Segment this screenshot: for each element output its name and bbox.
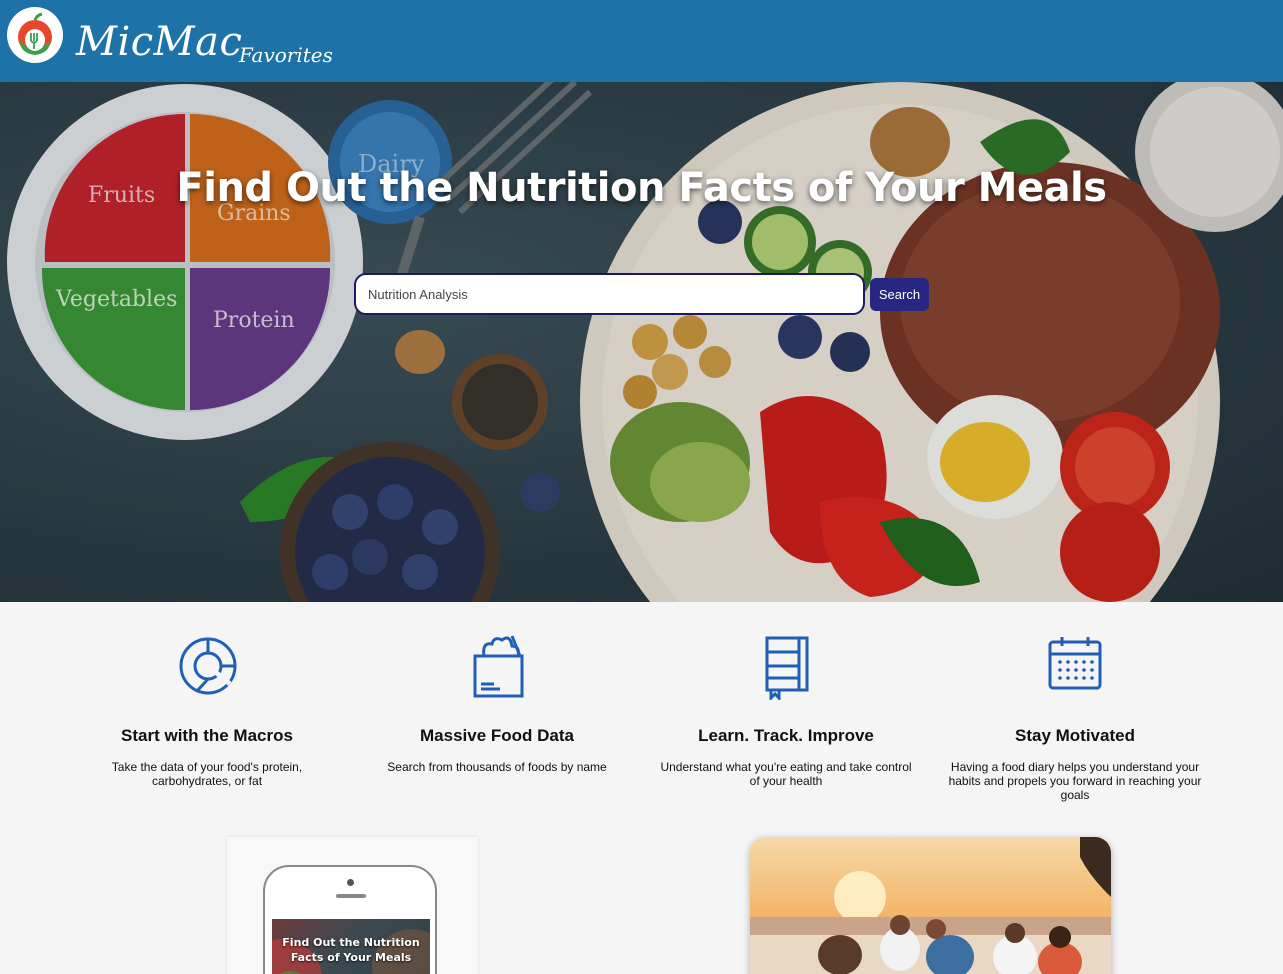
family-beach-photo [750,837,1111,974]
pie-chart-icon [179,637,237,695]
hero-overlay [0,82,1283,602]
phone-camera-icon [347,879,354,886]
nutrition-search-input[interactable] [354,273,865,315]
phone-mockup: Find Out the Nutrition Facts of Your Mea… [263,865,437,974]
feature-desc: Search from thousands of foods by name [387,760,607,774]
family-picnic-image [750,837,1111,974]
notebook-icon [765,636,809,700]
phone-screen: Find Out the Nutrition Facts of Your Mea… [272,919,430,974]
feature-title: Stay Motivated [1015,726,1135,745]
feature-title: Start with the Macros [121,726,293,745]
calendar-icon [1048,637,1102,690]
search-button[interactable]: Search [870,278,929,311]
feature-macros: Start with the Macros Take the data of y… [72,632,342,788]
feature-motivated: Stay Motivated Having a food diary helps… [940,632,1210,802]
feature-title: Massive Food Data [420,726,574,745]
feature-desc: Understand what you're eating and take c… [660,760,912,788]
hero-title: Find Out the Nutrition Facts of Your Mea… [176,165,1107,211]
nav-favorites-link[interactable]: Favorites [239,42,333,68]
phone-screen-title: Find Out the Nutrition Facts of Your Mea… [282,936,420,964]
feature-food-data: Massive Food Data Search from thousands … [362,632,632,774]
apple-fork-logo-icon[interactable] [7,7,63,63]
brand-logo-text[interactable]: MicMac [76,18,242,66]
feature-desc: Take the data of your food's protein, ca… [111,760,303,788]
feature-title: Learn. Track. Improve [698,726,874,745]
grocery-bag-icon [473,635,524,698]
feature-desc: Having a food diary helps you understand… [948,760,1202,802]
navbar: MicMac Favorites [0,0,1283,82]
phone-speaker-icon [336,894,366,898]
hero-banner: Fruits Grains Vegetables Protein Dairy F… [0,82,1283,602]
app-promo-card: Find Out the Nutrition Facts of Your Mea… [227,837,478,974]
feature-learn-track: Learn. Track. Improve Understand what yo… [651,632,921,788]
